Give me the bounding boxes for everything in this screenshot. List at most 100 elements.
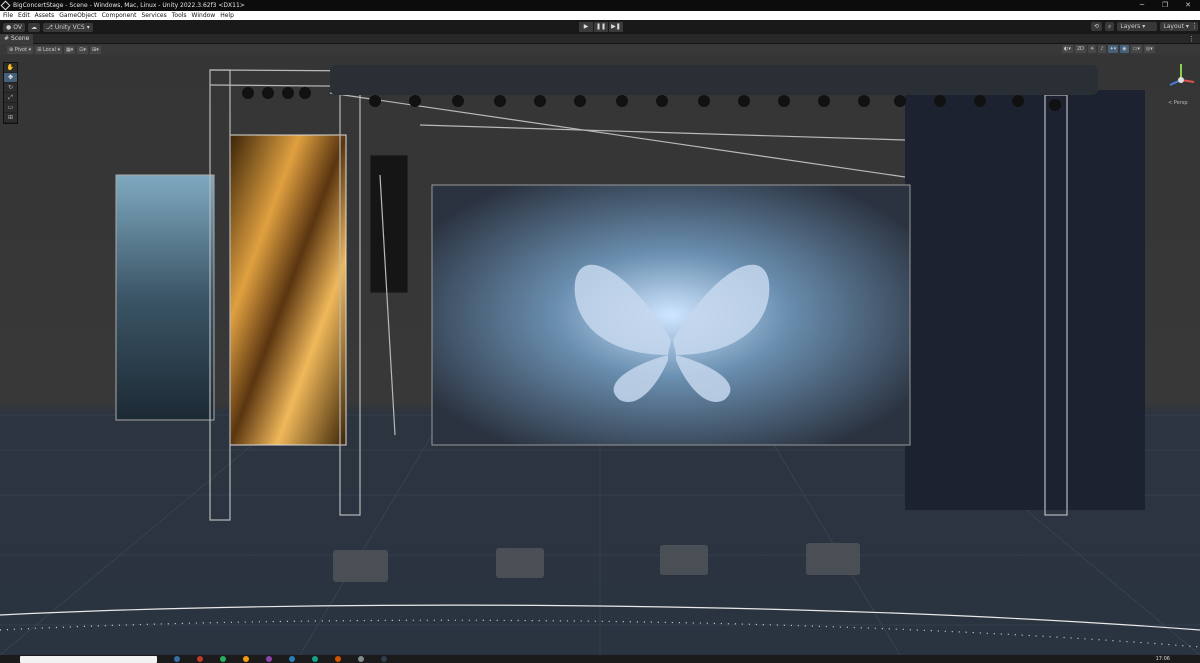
lighting-toggle[interactable]: ☀ xyxy=(1087,45,1097,53)
taskbar-app-icon[interactable] xyxy=(266,656,272,662)
rect-tool-icon[interactable]: ▭ xyxy=(4,103,17,113)
scene-render xyxy=(0,65,1200,655)
grid-icon: ▦▾ xyxy=(66,46,74,53)
chevron-down-icon: ▾ xyxy=(57,46,61,53)
2d-toggle[interactable]: 2D xyxy=(1074,45,1086,53)
scene-tab-icon: # xyxy=(4,34,10,42)
tools-palette: ✋ ✥ ↻ ⤢ ▭ ⊞ xyxy=(3,62,18,124)
taskbar-preview-thumbnail[interactable] xyxy=(20,655,157,663)
chevron-down-icon: ▾ xyxy=(86,23,90,31)
account-button[interactable]: ● OV xyxy=(3,22,25,32)
camera-settings-button[interactable]: ▭▾ xyxy=(1130,45,1142,53)
gold-banner xyxy=(229,134,347,446)
transform-tool-icon[interactable]: ⊞ xyxy=(4,113,17,123)
maximize-button[interactable]: ❐ xyxy=(1154,0,1176,11)
taskbar-app-icon[interactable] xyxy=(197,656,203,662)
vcs-label: Unity VCS xyxy=(54,23,85,31)
tab-scene-label: Scene xyxy=(11,34,30,42)
led-wall xyxy=(431,184,911,446)
axis-gizmo-icon xyxy=(1169,64,1195,86)
menu-help[interactable]: Help xyxy=(220,12,234,19)
gizmos-button[interactable]: ◎▾ xyxy=(1143,45,1155,53)
cloud-button[interactable]: ☁ xyxy=(27,22,40,32)
render-icon: ⊞▾ xyxy=(92,46,99,53)
camera-icon: ▭▾ xyxy=(1132,46,1140,52)
taskbar-app-icon[interactable] xyxy=(243,656,249,662)
audio-toggle[interactable]: ♪ xyxy=(1098,45,1106,53)
taskbar-app-icon[interactable] xyxy=(335,656,341,662)
ice-banner xyxy=(115,174,215,421)
visibility-toggle[interactable]: ◉ xyxy=(1120,45,1129,53)
menu-gameobject[interactable]: GameObject xyxy=(59,12,96,19)
search-icon: ⌕ xyxy=(1108,23,1112,30)
main-toolbar: ● OV ☁ ⎇ Unity VCS ▾ ▶ ❚❚ ▶❚ ⟲ ⌕ Layers … xyxy=(0,20,1200,34)
layers-label: Layers xyxy=(1120,23,1141,30)
step-button[interactable]: ▶❚ xyxy=(609,22,623,32)
effects-toggle[interactable]: ✦▾ xyxy=(1107,45,1119,53)
chevron-down-icon: ▾ xyxy=(1185,23,1189,30)
layout-label: Layout xyxy=(1163,23,1184,30)
2d-label: 2D xyxy=(1076,46,1084,52)
effects-icon: ✦▾ xyxy=(1109,46,1117,52)
speaker-array xyxy=(369,154,409,294)
unity-logo-icon xyxy=(0,0,11,11)
play-button[interactable]: ▶ xyxy=(579,22,593,32)
taskbar-app-icon[interactable] xyxy=(358,656,364,662)
menu-window[interactable]: Window xyxy=(192,12,216,19)
menu-edit[interactable]: Edit xyxy=(18,12,30,19)
close-button[interactable]: ✕ xyxy=(1177,0,1199,11)
minimize-button[interactable]: ─ xyxy=(1131,0,1153,11)
stage-curtain xyxy=(905,90,1145,510)
hand-tool-icon[interactable]: ✋ xyxy=(4,63,17,73)
persp-label[interactable]: < Persp xyxy=(1168,100,1188,106)
menu-services[interactable]: Services xyxy=(141,12,166,19)
menu-tools[interactable]: Tools xyxy=(172,12,187,19)
menu-component[interactable]: Component xyxy=(102,12,137,19)
cloud-icon: ☁ xyxy=(30,23,37,31)
title-bar: BigConcertStage - Scene - Windows, Mac, … xyxy=(0,0,1200,11)
taskbar-app-icon[interactable] xyxy=(289,656,295,662)
toolbar-more-icon[interactable]: ⋮ xyxy=(1191,22,1198,30)
scale-tool-icon[interactable]: ⤢ xyxy=(4,93,17,103)
pivot-icon: ⊕ xyxy=(9,46,14,53)
render-settings-button[interactable]: ⊞▾ xyxy=(90,45,101,54)
tab-scene[interactable]: # Scene xyxy=(0,33,34,44)
speaker-icon: ♪ xyxy=(1100,46,1104,52)
chevron-down-icon: ▾ xyxy=(1142,23,1146,30)
history-button[interactable]: ⟲ xyxy=(1091,22,1103,31)
history-icon: ⟲ xyxy=(1094,23,1100,30)
taskbar-app-icon[interactable] xyxy=(381,656,387,662)
search-button[interactable]: ⌕ xyxy=(1105,22,1115,31)
eye-icon: ◉ xyxy=(1122,46,1127,52)
pivot-dropdown[interactable]: ⊕ Pivot ▾ xyxy=(7,45,34,54)
account-icon: ● xyxy=(6,23,12,31)
local-dropdown[interactable]: ⊞ Local ▾ xyxy=(35,45,63,54)
layers-dropdown[interactable]: Layers ▾ xyxy=(1117,22,1158,31)
menu-file[interactable]: File xyxy=(3,12,13,19)
tab-bar: # Scene ⋮ xyxy=(0,33,1200,44)
scene-viewport[interactable] xyxy=(0,55,1200,655)
vcs-button[interactable]: ⎇ Unity VCS ▾ xyxy=(42,22,93,32)
tab-more-icon[interactable]: ⋮ xyxy=(1188,35,1195,43)
floor-monitors xyxy=(333,543,860,582)
vcs-icon: ⎇ xyxy=(45,23,53,31)
taskbar-clock: 17:06 xyxy=(1155,656,1170,662)
light-icon: ☀ xyxy=(1089,46,1095,52)
menu-assets[interactable]: Assets xyxy=(35,12,55,19)
taskbar-app-icon[interactable] xyxy=(220,656,226,662)
orientation-gizmo[interactable]: < Persp xyxy=(1166,60,1196,106)
increment-snap-button[interactable]: ⊡▾ xyxy=(77,45,88,54)
pause-button[interactable]: ❚❚ xyxy=(594,22,608,32)
move-tool-icon[interactable]: ✥ xyxy=(4,73,17,83)
scene-toolbar: ⊕ Pivot ▾ ⊞ Local ▾ ▦▾ ⊡▾ ⊞▾ ◐▾ 2D ☀ ♪ ✦… xyxy=(0,44,1200,55)
globe-icon: ◐▾ xyxy=(1064,46,1071,52)
grid-snap-button[interactable]: ▦▾ xyxy=(64,45,76,54)
taskbar-app-icon[interactable] xyxy=(312,656,318,662)
truss-cover xyxy=(330,65,1098,95)
gizmos-icon: ◎▾ xyxy=(1145,46,1153,52)
local-icon: ⊞ xyxy=(37,46,42,53)
rotate-tool-icon[interactable]: ↻ xyxy=(4,83,17,93)
taskbar-app-icon[interactable] xyxy=(174,656,180,662)
os-taskbar: 17:06 xyxy=(0,655,1200,663)
draw-mode-button[interactable]: ◐▾ xyxy=(1062,45,1073,53)
